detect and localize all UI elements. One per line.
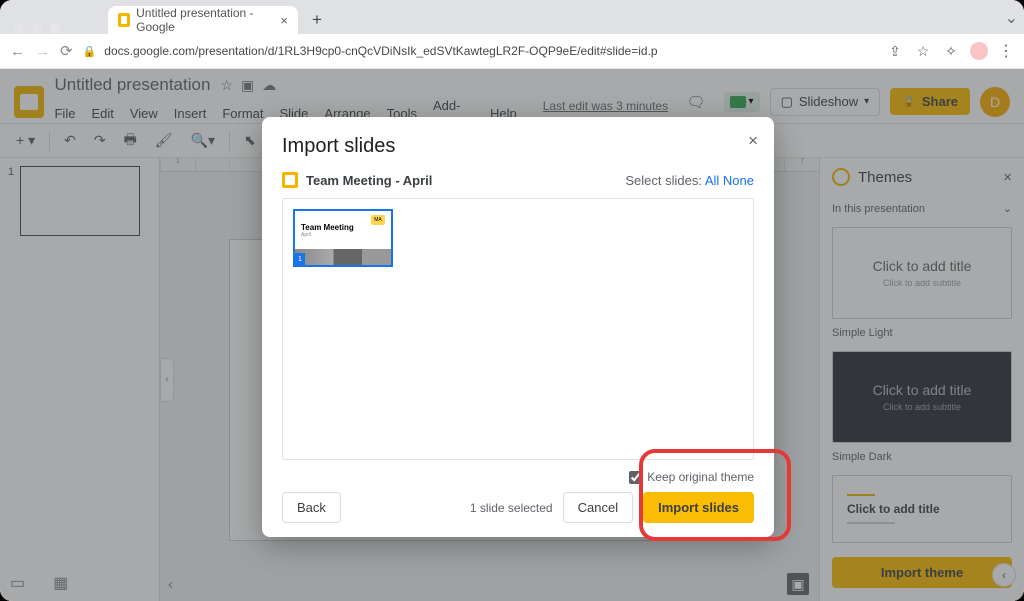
- keep-theme-label: Keep original theme: [647, 470, 754, 484]
- reload-icon[interactable]: ⟳: [60, 42, 73, 60]
- back-icon[interactable]: ←: [10, 43, 25, 60]
- slides-favicon-icon: [118, 13, 130, 27]
- keep-theme-checkbox[interactable]: [629, 471, 642, 484]
- traffic-max-icon[interactable]: [50, 24, 60, 34]
- browser-chrome: Untitled presentation - Google × + ⌄ ← →…: [0, 0, 1024, 69]
- traffic-close-icon[interactable]: [14, 24, 24, 34]
- thumb-page-number: 1: [295, 253, 305, 265]
- source-deck-name: Team Meeting - April: [306, 173, 432, 188]
- select-none-link[interactable]: None: [723, 173, 754, 188]
- tab-close-icon[interactable]: ×: [280, 13, 288, 28]
- thumb-badge: MA: [371, 215, 385, 225]
- modal-title: Import slides: [282, 135, 754, 158]
- omnibox[interactable]: 🔒 docs.google.com/presentation/d/1RL3H9c…: [83, 44, 658, 58]
- select-slides-controls: Select slides: All None: [625, 173, 754, 188]
- import-slides-modal: Import slides × Team Meeting - April Sel…: [262, 117, 774, 537]
- tab-title: Untitled presentation - Google: [136, 6, 274, 34]
- select-all-link[interactable]: All: [705, 173, 719, 188]
- traffic-min-icon[interactable]: [32, 24, 42, 34]
- slide-thumbnails-area[interactable]: MA Team Meeting April 1: [282, 198, 754, 460]
- back-button[interactable]: Back: [282, 492, 341, 523]
- profile-avatar-icon[interactable]: [970, 42, 988, 60]
- cancel-button[interactable]: Cancel: [563, 492, 633, 523]
- import-thumb-1[interactable]: MA Team Meeting April 1: [293, 209, 393, 267]
- tabs-dropdown-icon[interactable]: ⌄: [1005, 8, 1018, 28]
- thumb-photo-strip: [295, 249, 391, 265]
- modal-close-icon[interactable]: ×: [748, 131, 758, 151]
- addr-right: ⇪ ☆ ✧ ⋮: [886, 41, 1014, 61]
- tab-strip: Untitled presentation - Google × + ⌄: [0, 0, 1024, 34]
- star-icon[interactable]: ☆: [914, 42, 932, 60]
- slides-favicon-icon: [282, 172, 298, 188]
- forward-icon: →: [35, 43, 50, 60]
- extensions-icon[interactable]: ✧: [942, 42, 960, 60]
- import-slides-button[interactable]: Import slides: [643, 492, 754, 523]
- chrome-menu-icon[interactable]: ⋮: [998, 41, 1014, 61]
- browser-tab[interactable]: Untitled presentation - Google ×: [108, 6, 298, 34]
- thumb-subtitle: April: [301, 232, 385, 238]
- new-tab-button[interactable]: +: [306, 9, 328, 31]
- lock-icon[interactable]: 🔒: [83, 45, 97, 58]
- slides-app: Untitled presentation ☆ ▣ ☁ File Edit Vi…: [0, 69, 1024, 601]
- address-bar-row: ← → ⟳ 🔒 docs.google.com/presentation/d/1…: [0, 34, 1024, 69]
- selection-count: 1 slide selected: [470, 501, 553, 515]
- share-page-icon[interactable]: ⇪: [886, 42, 904, 60]
- url-text: docs.google.com/presentation/d/1RL3H9cp0…: [104, 44, 657, 58]
- screen: Untitled presentation - Google × + ⌄ ← →…: [0, 0, 1024, 601]
- window-controls[interactable]: [14, 24, 60, 34]
